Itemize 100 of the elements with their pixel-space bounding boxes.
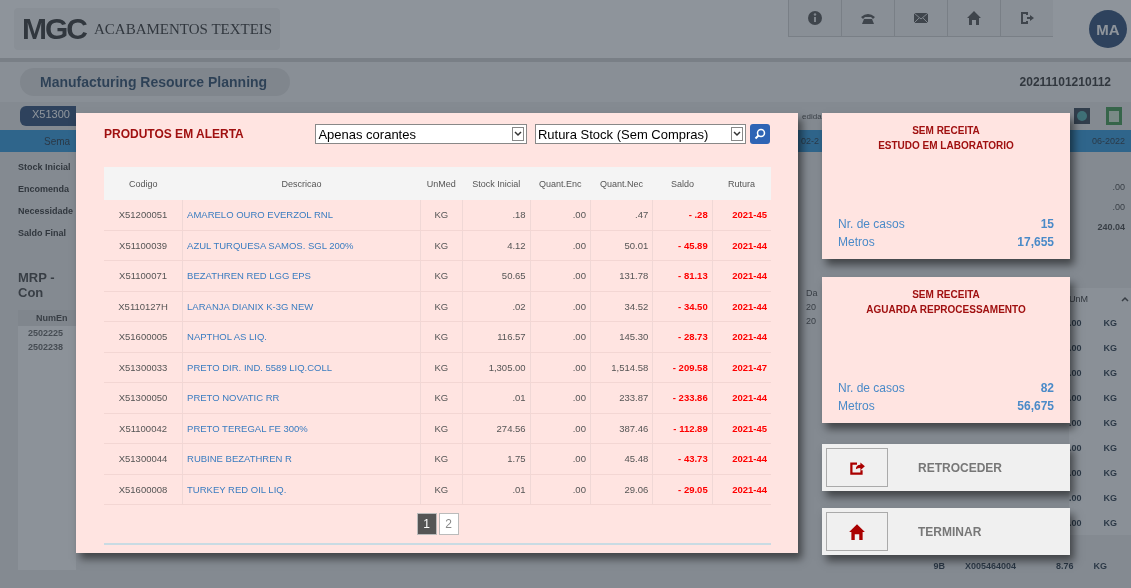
search-button[interactable] <box>750 124 770 144</box>
table-cell[interactable]: PRETO NOVATIC RR <box>182 382 421 413</box>
user-avatar[interactable]: MA <box>1089 10 1127 48</box>
table-cell: .00 <box>1069 392 1082 403</box>
logo-mark: MGC <box>22 12 86 46</box>
stat-value: 17,655 <box>1017 234 1054 251</box>
table-cell: 2021-44 <box>712 443 771 474</box>
scroll-up-icon[interactable] <box>1121 296 1129 302</box>
table-cell: KG <box>420 291 463 322</box>
table-cell: - .28 <box>652 200 713 230</box>
card-title: SEM RECEITA <box>911 124 981 138</box>
table-cell: 2021-45 <box>712 413 771 444</box>
table-cell: KG <box>1103 342 1117 353</box>
filter-dropdown[interactable]: Rutura Stock (Sem Compras) <box>534 124 747 144</box>
table-cell: - 43.73 <box>652 443 713 474</box>
table-cell: .18 <box>462 200 531 230</box>
filter-dropdown[interactable]: Apenas corantes <box>315 124 527 144</box>
column-header: NumEn <box>18 310 76 326</box>
table-cell-text: KG <box>1092 561 1108 571</box>
table-cell: X51100042 <box>104 413 183 444</box>
row-label: Encomenda <box>18 183 70 196</box>
table-cell: X51600005 <box>104 321 183 352</box>
table-cell: KG <box>420 321 463 352</box>
home-button[interactable] <box>947 0 1000 37</box>
column-header: Quant.Nec <box>590 167 653 200</box>
table-cell: - 34.50 <box>652 291 713 322</box>
spreadsheet-icon[interactable] <box>1105 106 1123 126</box>
table-cell[interactable]: RUBINE BEZATHREN R <box>182 443 421 474</box>
table-cell: - 81.13 <box>652 260 713 291</box>
table-cell: .00 <box>530 382 591 413</box>
phone-button[interactable] <box>841 0 894 37</box>
mail-icon <box>913 10 929 26</box>
table-cell[interactable]: PRETO TEREGAL FE 300% <box>182 413 421 444</box>
table-cell: KG <box>420 474 463 505</box>
finish-button[interactable]: TERMINAR <box>822 508 1070 555</box>
table-cell: X51300050 <box>104 382 183 413</box>
table-cell: 2021-44 <box>712 260 771 291</box>
table-cell[interactable]: AZUL TURQUESA SAMOS. SGL 200% <box>182 230 421 261</box>
table-cell: KG <box>1103 442 1117 453</box>
table-cell: 4.12 <box>462 230 531 261</box>
table-cell[interactable]: TURKEY RED OIL LIQ. <box>182 474 421 505</box>
table-cell[interactable]: PRETO DIR. IND. 5589 LIQ.COLL <box>182 352 421 383</box>
column-header: Rutura <box>712 167 771 200</box>
home-icon <box>848 522 866 541</box>
home-icon <box>966 10 982 26</box>
table-cell: .00 <box>1069 517 1082 528</box>
table-cell: KG <box>1103 492 1117 503</box>
info-button[interactable] <box>788 0 841 37</box>
table-cell-text: 2502225 <box>27 327 65 340</box>
table-cell: 387.46 <box>590 413 653 444</box>
table-cell: .00 <box>1069 492 1082 503</box>
table-cell: X51300044 <box>104 443 183 474</box>
page-title: Manufacturing Resource Planning <box>20 68 290 96</box>
table-cell: 2021-44 <box>712 291 771 322</box>
card-subtitle: AGUARDA REPROCESSAMENTO <box>865 303 1027 317</box>
mail-button[interactable] <box>894 0 947 37</box>
chevron-icon <box>733 131 742 137</box>
table-cell-text: 9B <box>932 561 946 571</box>
column-header: Descricao <box>182 167 421 200</box>
table-cell: X51300033 <box>104 352 183 383</box>
table-cell: X51100071 <box>104 260 183 291</box>
table-cell: KG <box>420 382 463 413</box>
company-name: ACABAMENTOS TEXTEIS <box>94 20 273 38</box>
table-cell[interactable]: AMARELO OURO EVERZOL RNL <box>182 200 421 230</box>
column-header: Stock Inicial <box>462 167 531 200</box>
page-button[interactable]: 2 <box>438 513 459 535</box>
table-cell: 2021-47 <box>712 352 771 383</box>
table-cell: - 28.73 <box>652 321 713 352</box>
table-cell: KG <box>420 413 463 444</box>
row-label: Necessidade <box>18 205 75 218</box>
stat-value: 82 <box>1040 380 1054 397</box>
dialog-title: PRODUTOS EM ALERTA <box>104 127 245 141</box>
table-cell[interactable]: LARANJA DIANIX K-3G NEW <box>182 291 421 322</box>
table-cell: KG <box>420 200 463 230</box>
gauge-icon[interactable] <box>1073 106 1091 126</box>
table-cell: - 45.89 <box>652 230 713 261</box>
logout-button[interactable] <box>1000 0 1053 37</box>
table-cell: .00 <box>530 413 591 444</box>
table-cell: 2021-44 <box>712 474 771 505</box>
table-cell: .00 <box>1069 342 1082 353</box>
table-cell: - 112.89 <box>652 413 713 444</box>
table-cell: .00 <box>1069 442 1082 453</box>
table-cell: 2021-44 <box>712 321 771 352</box>
table-cell: .47 <box>590 200 653 230</box>
back-button[interactable]: RETROCEDER <box>822 444 1070 491</box>
column-header: Da <box>806 288 818 298</box>
table-cell: X51600008 <box>104 474 183 505</box>
table-cell: .00 <box>1069 417 1082 428</box>
table-cell: 131.78 <box>590 260 653 291</box>
table-cell: X51100039 <box>104 230 183 261</box>
page-button[interactable]: 1 <box>416 513 437 535</box>
table-cell[interactable]: NAPTHOL AS LIQ. <box>182 321 421 352</box>
table-cell: KG <box>1103 367 1117 378</box>
stat-label: Metros <box>838 234 875 251</box>
table-cell[interactable]: BEZATHREN RED LGG EPS <box>182 260 421 291</box>
stat-label: Metros <box>838 398 875 415</box>
table-cell: 34.52 <box>590 291 653 322</box>
table-cell: .00 <box>530 260 591 291</box>
table-cell: 1.75 <box>462 443 531 474</box>
table-cell: KG <box>420 260 463 291</box>
